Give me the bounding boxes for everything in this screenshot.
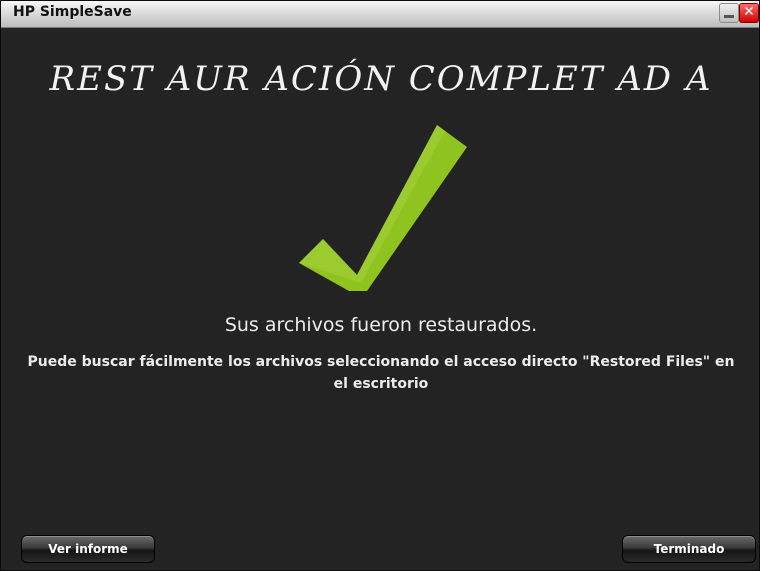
done-button[interactable]: Terminado: [622, 535, 756, 563]
app-window: HP SimpleSave ✕ REST AUR ACIÓN COMPLET A…: [0, 0, 760, 571]
title-bar[interactable]: HP SimpleSave ✕: [1, 1, 759, 28]
window-title: HP SimpleSave: [13, 4, 132, 20]
view-report-button[interactable]: Ver informe: [21, 535, 155, 563]
checkmark-icon: [299, 125, 467, 291]
detail-message: Puede buscar fácilmente los archivos sel…: [27, 354, 735, 392]
page-title: REST AUR ACIÓN COMPLET AD A: [49, 59, 713, 99]
status-message: Sus archivos fueron restaurados.: [224, 314, 538, 336]
minimize-icon[interactable]: [719, 3, 739, 23]
close-icon[interactable]: ✕: [739, 3, 759, 23]
